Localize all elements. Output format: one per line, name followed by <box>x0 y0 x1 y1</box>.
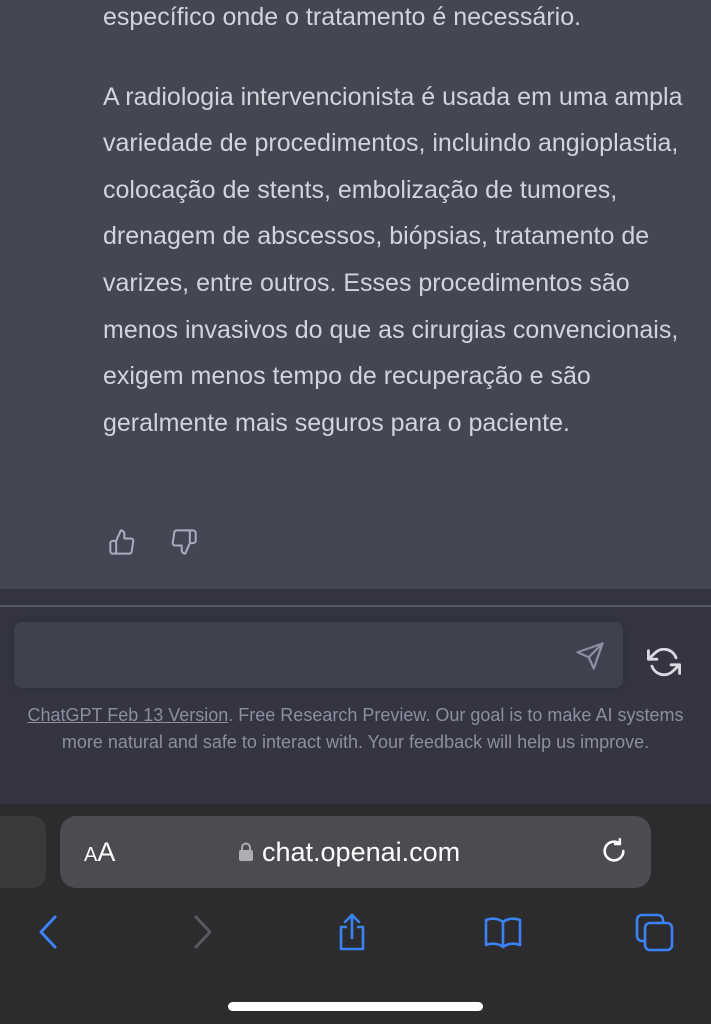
paper-plane-icon <box>576 642 604 670</box>
disclaimer: ChatGPT Feb 13 Version. Free Research Pr… <box>14 702 697 756</box>
prompt-box <box>14 622 623 688</box>
previous-tab-preview[interactable] <box>0 816 46 888</box>
back-icon <box>39 915 57 949</box>
assistant-message: específico onde o tratamento é necessári… <box>0 0 711 589</box>
reload-icon <box>603 838 625 862</box>
address-bar[interactable]: AA chat.openai.com <box>60 816 651 888</box>
message-text: específico onde o tratamento é necessári… <box>103 0 688 446</box>
message-line-top: específico onde o tratamento é necessári… <box>103 3 582 31</box>
forward-button[interactable] <box>183 912 223 952</box>
url-display[interactable]: chat.openai.com <box>238 836 460 868</box>
url-text: chat.openai.com <box>262 837 461 867</box>
lock-icon <box>239 842 253 861</box>
divider <box>0 605 711 607</box>
screen: específico onde o tratamento é necessári… <box>0 0 711 1024</box>
share-button[interactable] <box>332 912 372 952</box>
thumbs-down-icon[interactable] <box>170 528 198 556</box>
home-indicator[interactable] <box>228 1002 483 1011</box>
send-button[interactable] <box>575 641 605 671</box>
message-paragraph: A radiologia intervencionista é usada em… <box>103 82 683 437</box>
forward-icon <box>194 915 212 949</box>
bookmarks-button[interactable] <box>483 912 523 952</box>
feedback-buttons <box>108 528 198 556</box>
tabs-icon <box>635 913 674 952</box>
aa-large-letter: A <box>97 837 116 867</box>
version-link[interactable]: ChatGPT Feb 13 Version <box>28 705 229 725</box>
share-icon <box>339 913 365 951</box>
refresh-icon <box>647 647 681 677</box>
back-button[interactable] <box>28 912 68 952</box>
regenerate-button[interactable] <box>646 645 682 681</box>
reload-button[interactable] <box>599 836 629 868</box>
tabs-button[interactable] <box>635 912 675 952</box>
browser-toolbar: AA chat.openai.com <box>0 804 711 1024</box>
prompt-input[interactable] <box>28 632 568 678</box>
bookmarks-icon <box>484 917 522 949</box>
aa-small-letter: A <box>84 844 98 866</box>
composer-area: ChatGPT Feb 13 Version. Free Research Pr… <box>0 589 711 804</box>
reader-settings-button[interactable]: AA <box>84 836 115 873</box>
thumbs-up-icon[interactable] <box>108 528 136 556</box>
